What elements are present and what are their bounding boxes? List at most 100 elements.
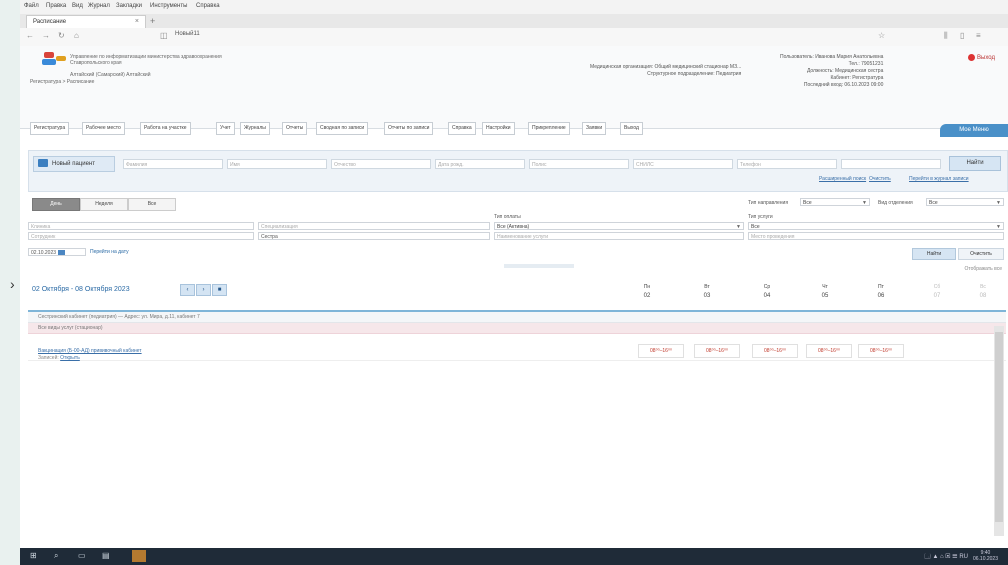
day-col-mon[interactable]: Пн 02	[632, 284, 662, 299]
staff-input[interactable]: Сотрудник	[28, 232, 254, 240]
display-all-link[interactable]: Отображать все	[964, 266, 1002, 272]
nav-exit[interactable]: Выход	[620, 122, 643, 135]
day-col-fri[interactable]: Пт 06	[866, 284, 896, 299]
service-type-label: Тип услуги	[748, 214, 773, 220]
search-icon[interactable]: ⌕	[54, 551, 58, 561]
segment-day[interactable]: День	[32, 198, 80, 211]
menu-bookmarks[interactable]: Закладки	[116, 3, 142, 9]
room-input[interactable]: Сестра	[258, 232, 490, 240]
home-icon[interactable]: ⌂	[74, 31, 79, 40]
breadcrumb[interactable]: Регистратура > Расписание	[30, 79, 94, 85]
taskview-icon[interactable]: ▭	[78, 551, 86, 560]
clock[interactable]: 9:40 06.10.2023	[973, 550, 998, 562]
menu-history[interactable]: Журнал	[88, 3, 110, 9]
next-week-button[interactable]: ›	[196, 284, 211, 296]
day-col-tue[interactable]: Вт 03	[692, 284, 722, 299]
nav-district-work[interactable]: Работа на участке	[140, 122, 191, 135]
back-icon[interactable]: ←	[26, 31, 34, 40]
birthdate-input[interactable]: Дата рожд.	[435, 159, 525, 169]
referral-type-select[interactable]: Все ▼	[800, 198, 870, 206]
subgroup-row[interactable]: Все виды услуг (стационар)	[28, 323, 1006, 334]
nav-booking-summary[interactable]: Сводная по записи	[316, 122, 369, 135]
day-col-thu[interactable]: Чт 05	[810, 284, 840, 299]
day-col-wed[interactable]: Ср 04	[752, 284, 782, 299]
calendar-icon[interactable]	[58, 249, 66, 255]
name-input[interactable]: Имя	[227, 159, 327, 169]
service-open-link[interactable]: Открыть	[60, 355, 80, 361]
service-link[interactable]: Вакцинация (Б-00-АД) прививочный кабинет	[38, 348, 142, 354]
exit-button[interactable]: Выход	[968, 54, 995, 61]
nav-accounting[interactable]: Учет	[216, 122, 235, 135]
clinic-input[interactable]: Клиника	[28, 222, 254, 230]
bookmark-star-icon[interactable]: ☆	[878, 31, 885, 40]
sidebar-icon[interactable]: ▯	[960, 31, 964, 40]
date-input[interactable]: 02.10.2023	[28, 248, 86, 256]
menu-view[interactable]: Вид	[72, 3, 83, 9]
new-tab-button[interactable]: +	[150, 16, 155, 26]
forward-icon[interactable]: →	[42, 31, 50, 40]
menu-icon[interactable]: ≡	[976, 31, 981, 40]
segment-week[interactable]: Неделя	[80, 198, 128, 211]
slot-wed[interactable]: 08⁰⁰–16⁰⁰	[752, 344, 798, 358]
clear-link[interactable]: Очистить	[869, 176, 891, 182]
place-input[interactable]: Место проведения	[748, 232, 1004, 240]
slot-fri[interactable]: 08⁰⁰–16⁰⁰	[858, 344, 904, 358]
current-week-button[interactable]: ■	[212, 284, 227, 296]
menu-help[interactable]: Справка	[196, 3, 220, 9]
slot-thu[interactable]: 08⁰⁰–16⁰⁰	[806, 344, 852, 358]
nav-reports[interactable]: Отчеты	[282, 122, 308, 135]
address-bar[interactable]: Новый11	[175, 31, 200, 37]
nav-workplace[interactable]: Рабочее место	[82, 122, 125, 135]
patronymic-input[interactable]: Отчество	[331, 159, 431, 169]
slot-tue[interactable]: 08⁰⁰–16⁰⁰	[694, 344, 740, 358]
browser-app-icon[interactable]	[132, 550, 146, 562]
new-patient-button[interactable]: Новый пациент	[33, 156, 115, 172]
go-to-date-button[interactable]: Перейти на дату	[90, 249, 129, 255]
menu-tools[interactable]: Инструменты	[150, 3, 187, 9]
nav-requests[interactable]: Заявки	[582, 122, 607, 135]
phone-input[interactable]: Телефон	[737, 159, 837, 169]
snils-input[interactable]: СНИЛС	[633, 159, 733, 169]
site-info-icon[interactable]: ◫	[160, 31, 168, 40]
scrollbar-thumb[interactable]	[995, 332, 1003, 522]
explorer-icon[interactable]: ▤	[102, 551, 110, 560]
my-menu-tab[interactable]: Мое Меню	[940, 124, 1008, 137]
day-col-sat[interactable]: Сб 07	[922, 284, 952, 299]
service-type-select[interactable]: Все ▼	[748, 222, 1004, 230]
surname-input[interactable]: Фамилия	[123, 159, 223, 169]
start-icon[interactable]: ⊞	[30, 551, 37, 560]
nav-attachment[interactable]: Прикрепление	[528, 122, 570, 135]
scrollbar[interactable]	[994, 326, 1004, 536]
slot-mon[interactable]: 08⁰⁰–16⁰⁰	[638, 344, 684, 358]
day-col-sun[interactable]: Вс 08	[968, 284, 998, 299]
segment-all[interactable]: Все	[128, 198, 176, 211]
go-to-journal-link[interactable]: Перейти в журнал записи	[909, 176, 969, 182]
apply-filter-button[interactable]: Найти	[912, 248, 956, 260]
collapse-handle[interactable]	[504, 264, 574, 268]
dept-type-select[interactable]: Все ▼	[926, 198, 1004, 206]
browser-tab[interactable]: Расписание ×	[26, 15, 146, 29]
day-name: Пт	[878, 284, 884, 290]
group-row[interactable]: Сестринский кабинет (педиатрия) — Адрес:…	[28, 312, 1006, 323]
nav-registry[interactable]: Регистратура	[30, 122, 70, 135]
nav-settings[interactable]: Настройки	[482, 122, 515, 135]
reload-icon[interactable]: ↻	[58, 31, 65, 40]
policy-input[interactable]: Полис	[529, 159, 629, 169]
nav-booking-reports[interactable]: Отчеты по записи	[384, 122, 434, 135]
service-name-input[interactable]: Наименование услуги	[494, 232, 744, 240]
menu-file[interactable]: Файл	[24, 3, 39, 9]
nav-journals[interactable]: Журналы	[240, 122, 270, 135]
clear-filter-button[interactable]: Очистить	[958, 248, 1004, 260]
payment-type-select[interactable]: Все (Активна) ▼	[494, 222, 744, 230]
advanced-search-link[interactable]: Расширенный поиск	[819, 176, 866, 182]
find-patient-button[interactable]: Найти	[949, 156, 1001, 171]
tab-close-icon[interactable]: ×	[135, 18, 139, 25]
nav-help[interactable]: Справка	[448, 122, 476, 135]
user-room: Кабинет: Регистратура	[830, 75, 884, 81]
system-tray[interactable]: 🗔 ▲ ⌂ ▣ ☰ RU	[924, 552, 968, 562]
specialization-input[interactable]: Специализация	[258, 222, 490, 230]
menu-edit[interactable]: Правка	[46, 3, 66, 9]
extra-input[interactable]	[841, 159, 941, 169]
library-icon[interactable]: ⫼	[944, 31, 948, 41]
prev-week-button[interactable]: ‹	[180, 284, 195, 296]
